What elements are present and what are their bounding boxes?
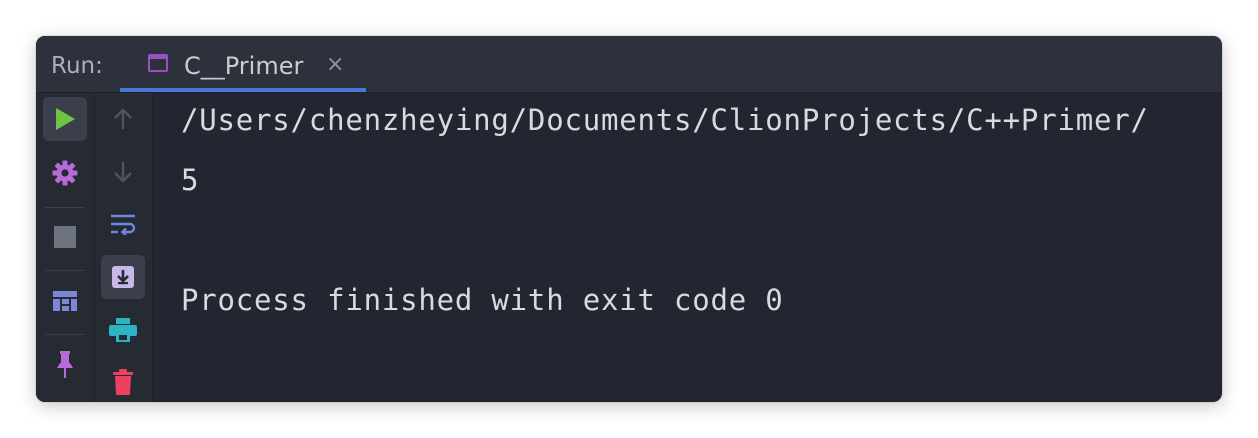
console-window-icon: [148, 54, 168, 72]
run-tool-window: Run: C__Primer × /Users/chenzheying/Docu…: [36, 36, 1222, 402]
console-path-line: /Users/chenzheying/Documents/ClionProjec…: [181, 103, 1149, 137]
console-output-line: 5: [181, 163, 200, 197]
toolbar-divider: [45, 270, 85, 271]
previous-occurrence-button[interactable]: [101, 97, 145, 141]
next-occurrence-button[interactable]: [101, 150, 145, 194]
soft-wrap-icon: [111, 214, 136, 235]
close-icon[interactable]: ×: [326, 36, 344, 92]
settings-button[interactable]: [43, 151, 87, 195]
soft-wrap-button[interactable]: [101, 202, 145, 246]
stop-button[interactable]: [43, 215, 87, 259]
left-toolbar: [36, 93, 95, 402]
toolbar-divider: [45, 334, 85, 335]
arrow-down-icon: [114, 162, 132, 183]
console-output[interactable]: /Users/chenzheying/Documents/ClionProjec…: [153, 93, 1222, 402]
layout-icon: [53, 291, 77, 311]
run-tool-header: Run: C__Primer ×: [36, 36, 1222, 93]
trash-icon: [113, 369, 133, 395]
gear-icon: [52, 160, 78, 186]
scroll-to-end-icon: [112, 266, 134, 288]
print-button[interactable]: [101, 308, 145, 352]
active-tab-indicator: [120, 88, 366, 92]
tab-title: C__Primer: [184, 52, 304, 80]
rerun-button[interactable]: [43, 97, 87, 141]
console-exit-line: Process finished with exit code 0: [181, 283, 784, 317]
stop-icon: [54, 226, 76, 248]
arrow-up-icon: [114, 108, 132, 129]
scroll-to-end-button[interactable]: [101, 255, 145, 299]
pin-tab-button[interactable]: [43, 343, 87, 387]
run-label: Run:: [51, 53, 103, 79]
tab-c-primer[interactable]: C__Primer ×: [120, 36, 366, 92]
console-toolbar: [95, 93, 153, 402]
restore-layout-button[interactable]: [43, 279, 87, 323]
clear-console-button[interactable]: [101, 360, 145, 402]
run-icon: [56, 108, 75, 130]
toolbar-divider: [45, 207, 85, 208]
pin-icon: [57, 351, 73, 378]
print-icon: [109, 318, 137, 342]
